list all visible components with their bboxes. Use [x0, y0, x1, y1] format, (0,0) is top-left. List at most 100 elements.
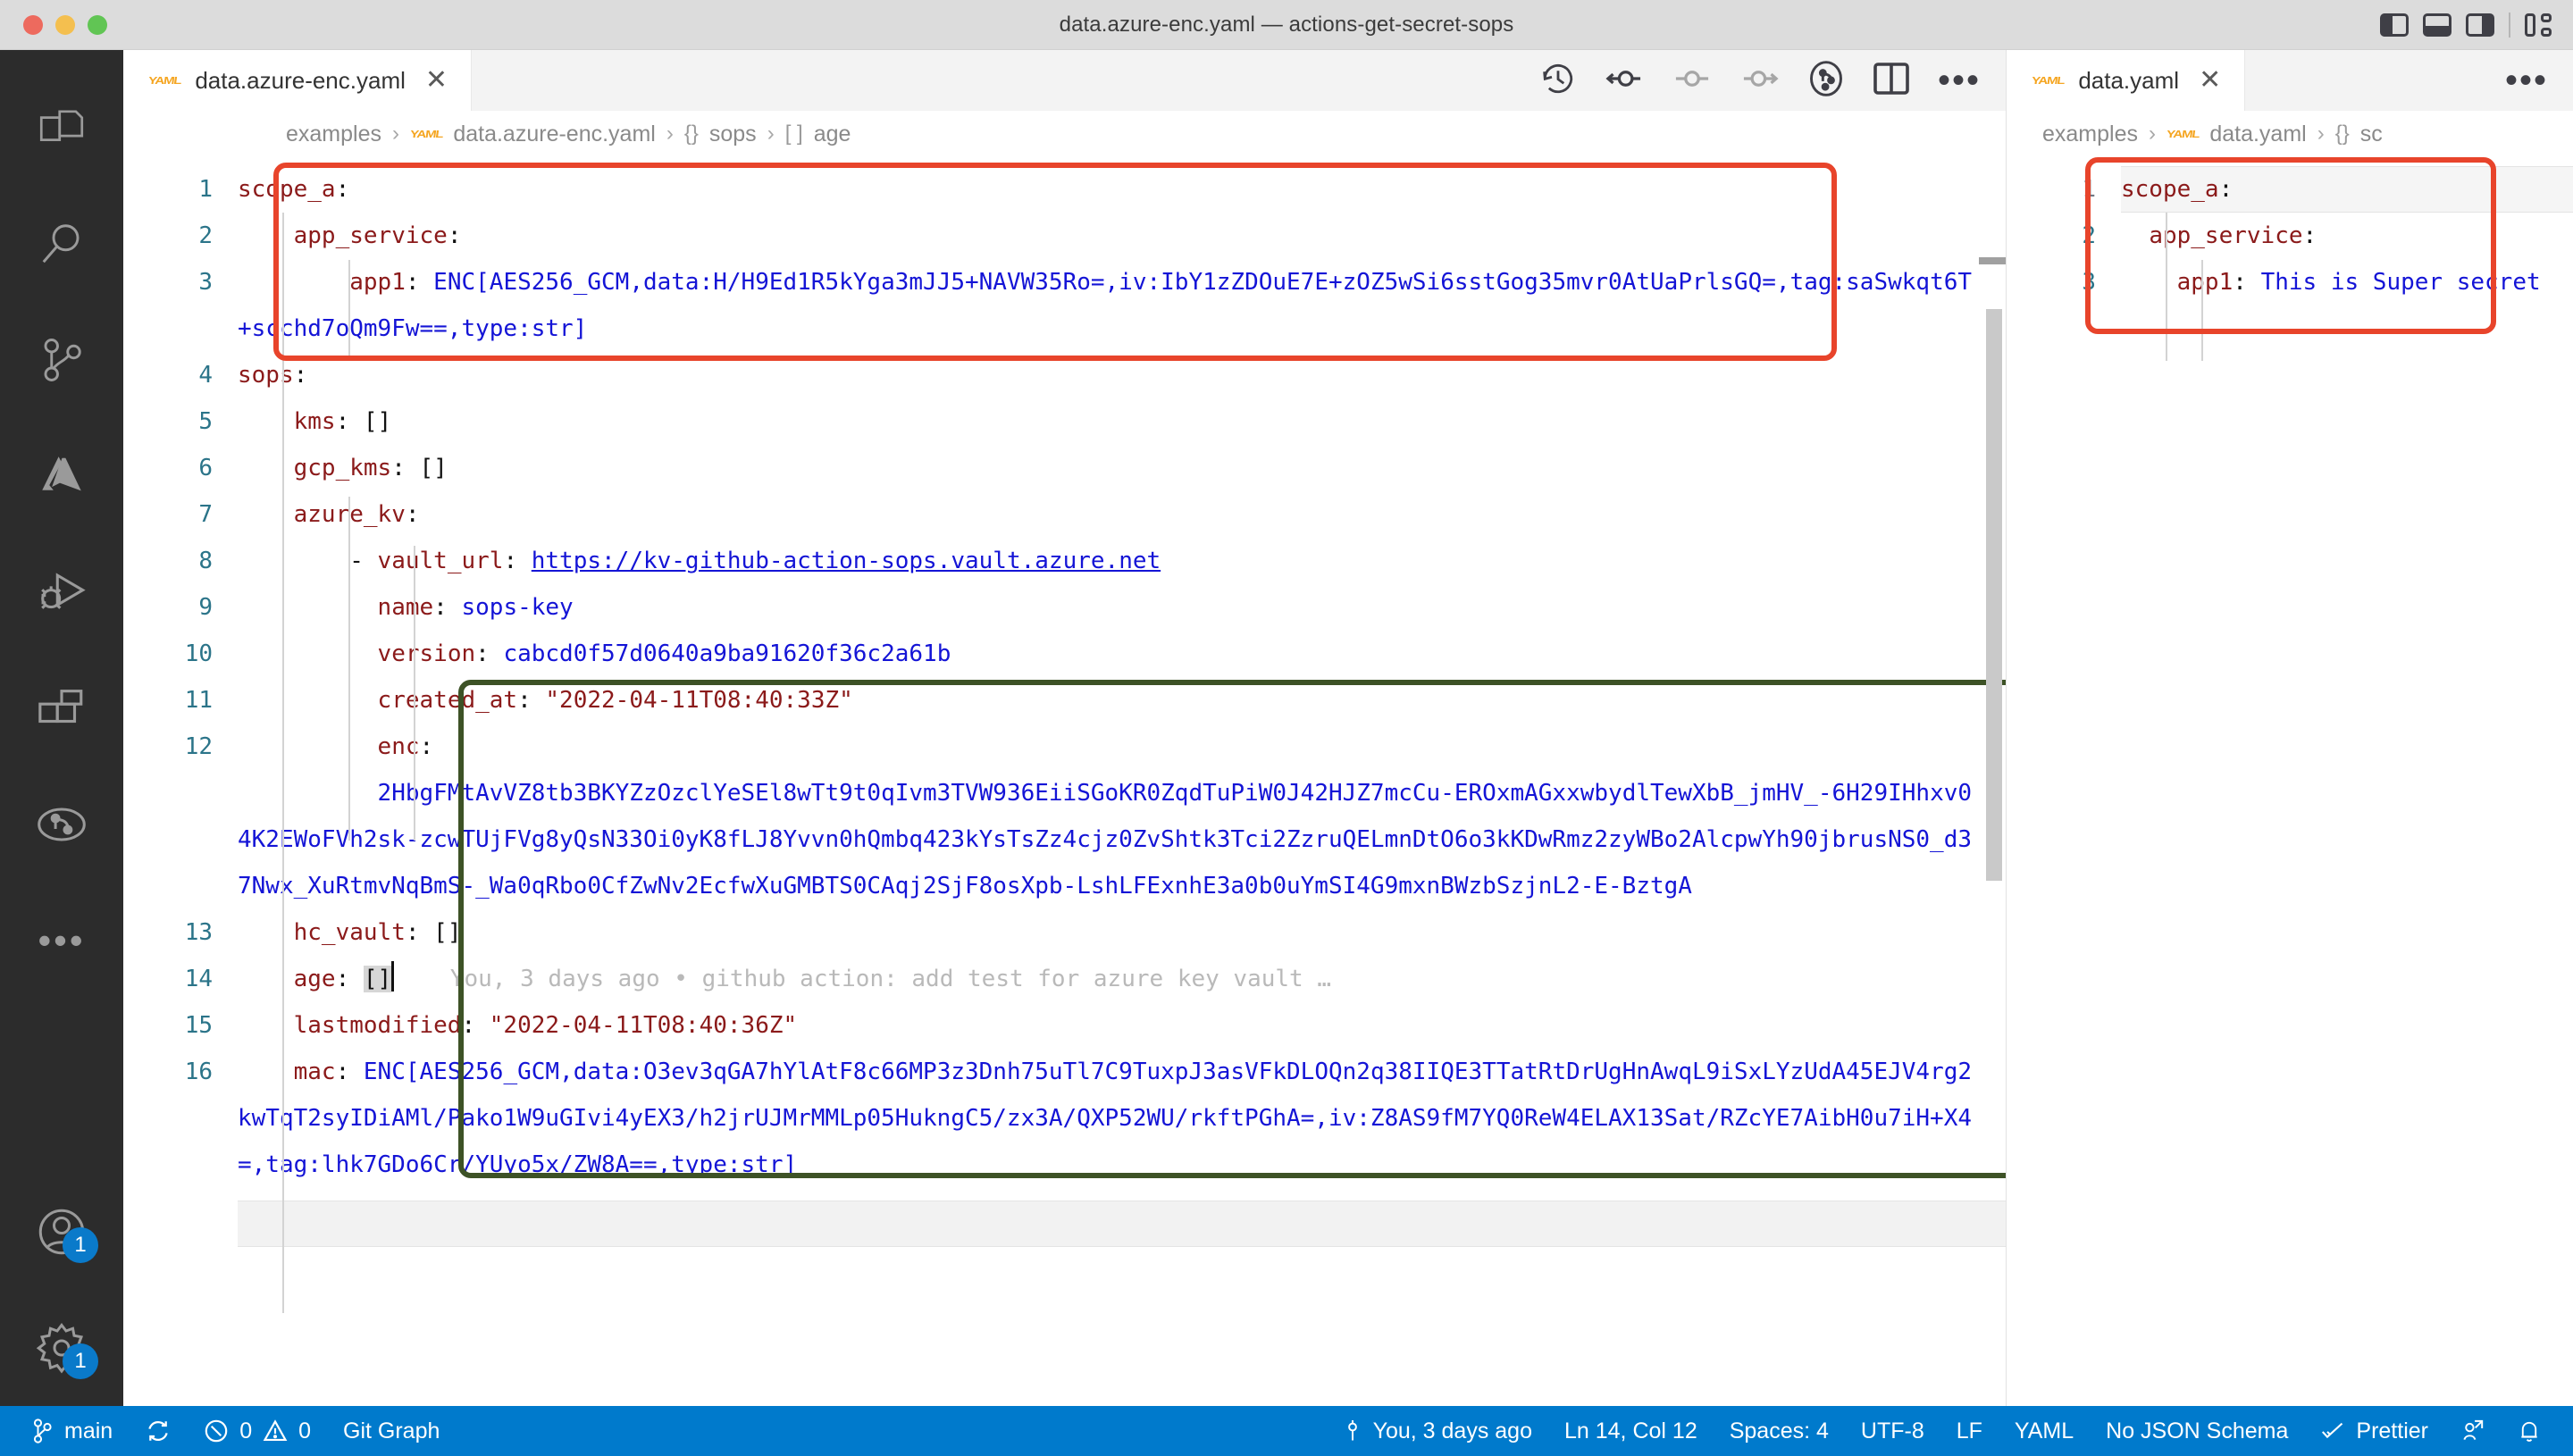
divider: [2509, 12, 2510, 38]
code-editor-right[interactable]: 1 scope_a: 2 app_service: 3 app1: This i…: [2007, 157, 2573, 1406]
line-content[interactable]: app1: ENC[AES256_GCM,data:H/H9Ed1R5kYga3…: [238, 259, 2006, 352]
line-content[interactable]: name: sops-key: [238, 584, 2006, 631]
tab-data-azure-enc-yaml[interactable]: YAML data.azure-enc.yaml ✕: [123, 50, 473, 111]
code-line: 2 app_service:: [123, 213, 2006, 259]
breadcrumb-item-examples[interactable]: examples: [2042, 121, 2138, 147]
tab-data-yaml[interactable]: YAML data.yaml ✕: [2007, 50, 2246, 111]
breadcrumb-item-examples[interactable]: examples: [286, 121, 381, 147]
line-content[interactable]: scope_a:: [2121, 166, 2573, 213]
customize-layout-icon[interactable]: [2525, 13, 2552, 37]
line-content[interactable]: kms: []: [238, 398, 2006, 445]
line-content[interactable]: age: [] You, 3 days ago • github action:…: [238, 956, 2006, 1002]
minimize-window-button[interactable]: [55, 14, 75, 35]
ellipsis-icon[interactable]: •••: [1938, 63, 1981, 98]
line-content[interactable]: hc_vault: []: [238, 909, 2006, 956]
sidebar-item-azure[interactable]: [0, 418, 123, 534]
line-content[interactable]: gcp_kms: []: [238, 445, 2006, 491]
extensions-icon: [36, 686, 88, 731]
sidebar-item-extensions[interactable]: [0, 650, 123, 766]
status-encoding[interactable]: UTF-8: [1845, 1406, 1940, 1456]
source-control-icon: [30, 1418, 54, 1444]
line-content[interactable]: app_service:: [2121, 213, 2573, 259]
code-line: 2 app_service:: [2007, 213, 2573, 259]
line-content[interactable]: app1: This is Super secret: [2121, 259, 2573, 305]
toggle-secondary-sidebar-icon[interactable]: [2466, 13, 2494, 37]
line-content[interactable]: created_at: "2022-04-11T08:40:33Z": [238, 677, 2006, 724]
breadcrumb-separator: ›: [767, 121, 775, 146]
line-number: 14: [184, 966, 213, 992]
status-sync[interactable]: [129, 1406, 188, 1456]
arrow-circle-right-icon[interactable]: [1739, 63, 1781, 98]
circle-dash-icon[interactable]: [1672, 63, 1713, 98]
arrow-circle-left-icon[interactable]: [1604, 63, 1645, 98]
breadcrumb-item-file[interactable]: data.azure-enc.yaml: [453, 121, 656, 147]
status-git-graph[interactable]: Git Graph: [327, 1406, 456, 1456]
vault-url-link[interactable]: https://kv-github-action-sops.vault.azur…: [532, 548, 1161, 574]
code-line: 6 gcp_kms: []: [123, 445, 2006, 491]
toggle-primary-sidebar-icon[interactable]: [2380, 13, 2409, 37]
breadcrumb-item-age[interactable]: age: [814, 121, 851, 147]
line-number: 1: [198, 176, 213, 203]
status-indentation[interactable]: Spaces: 4: [1714, 1406, 1845, 1456]
line-number: 16: [184, 1059, 213, 1085]
mac-value: ENC[AES256_GCM,data:O3ev3qGA7hYlAtF8c66M…: [238, 1059, 1973, 1178]
close-icon[interactable]: ✕: [2199, 67, 2221, 94]
line-content[interactable]: scope_a:: [238, 166, 2006, 213]
line-number: 6: [198, 455, 213, 481]
line-content[interactable]: - vault_url: https://kv-github-action-so…: [238, 538, 2006, 584]
line-number: 11: [184, 687, 213, 714]
line-content[interactable]: sops:: [238, 352, 2006, 398]
status-language-mode[interactable]: YAML: [1999, 1406, 2090, 1456]
breadcrumb-item-scope[interactable]: sc: [2360, 121, 2383, 147]
source-control-icon: [38, 336, 86, 384]
status-cursor-position[interactable]: Ln 14, Col 12: [1548, 1406, 1714, 1456]
sidebar-item-run-and-debug[interactable]: [0, 534, 123, 650]
editor-group-left: YAML data.azure-enc.yaml ✕ ••• examples …: [123, 50, 2007, 1406]
sidebar-item-explorer[interactable]: [0, 70, 123, 186]
line-content[interactable]: enc:: [238, 724, 2006, 770]
status-prettier[interactable]: Prettier: [2304, 1406, 2444, 1456]
git-commit-circle-icon[interactable]: [1807, 59, 1845, 103]
lastmodified-value: "2022-04-11T08:40:36Z": [489, 1012, 798, 1039]
line-number: 13: [184, 919, 213, 946]
status-live-share[interactable]: [2444, 1406, 2502, 1456]
overview-ruler-mark: [1979, 257, 2006, 264]
code-line: 10 version: cabcd0f57d0640a9ba91620f36c2…: [123, 631, 2006, 677]
code-line: 3 app1: This is Super secret: [2007, 259, 2573, 305]
status-json-schema[interactable]: No JSON Schema: [2090, 1406, 2304, 1456]
split-editor-icon[interactable]: [1872, 61, 1911, 101]
indent-guide: [348, 497, 350, 841]
line-content[interactable]: azure_kv:: [238, 491, 2006, 538]
history-icon[interactable]: [1539, 60, 1577, 102]
status-blame[interactable]: You, 3 days ago: [1327, 1406, 1548, 1456]
sidebar-item-more[interactable]: •••: [0, 883, 123, 999]
breadcrumb-item-file[interactable]: data.yaml: [2209, 121, 2306, 147]
breadcrumb-item-sops[interactable]: sops: [709, 121, 757, 147]
sidebar-item-accounts[interactable]: 1: [0, 1174, 123, 1290]
azure-icon: [36, 454, 88, 498]
sidebar-item-git-graph[interactable]: [0, 766, 123, 883]
line-number: 3: [2082, 269, 2096, 296]
status-notifications[interactable]: [2502, 1406, 2557, 1456]
scrollbar-thumb[interactable]: [1986, 309, 2002, 881]
zoom-window-button[interactable]: [88, 14, 107, 35]
line-content[interactable]: lastmodified: "2022-04-11T08:40:36Z": [238, 1002, 2006, 1049]
run-debug-icon: [36, 569, 88, 615]
close-icon[interactable]: ✕: [425, 67, 448, 94]
sidebar-item-manage[interactable]: 1: [0, 1290, 123, 1406]
status-branch[interactable]: main: [14, 1406, 129, 1456]
sidebar-item-source-control[interactable]: [0, 302, 123, 418]
key-version-value: cabcd0f57d0640a9ba91620f36c2a61b: [503, 640, 951, 667]
status-eol[interactable]: LF: [1940, 1406, 1999, 1456]
line-content[interactable]: version: cabcd0f57d0640a9ba91620f36c2a61…: [238, 631, 2006, 677]
line-content[interactable]: app_service:: [238, 213, 2006, 259]
status-problems[interactable]: 0 0: [188, 1406, 327, 1456]
line-content[interactable]: 2HbgFMtAvVZ8tb3BKYZzOzclYeSEl8wTt9t0qIvm…: [238, 770, 2006, 909]
ellipsis-icon[interactable]: •••: [2505, 63, 2548, 98]
line-content[interactable]: mac: ENC[AES256_GCM,data:O3ev3qGA7hYlAtF…: [238, 1049, 2006, 1188]
editor-scrollbar[interactable]: [1979, 157, 2006, 1406]
toggle-panel-icon[interactable]: [2423, 13, 2451, 37]
sidebar-item-search[interactable]: [0, 186, 123, 302]
close-window-button[interactable]: [23, 14, 43, 35]
code-editor-left[interactable]: 1 scope_a: 2 app_service: 3 app1: ENC[AE…: [123, 157, 2006, 1406]
